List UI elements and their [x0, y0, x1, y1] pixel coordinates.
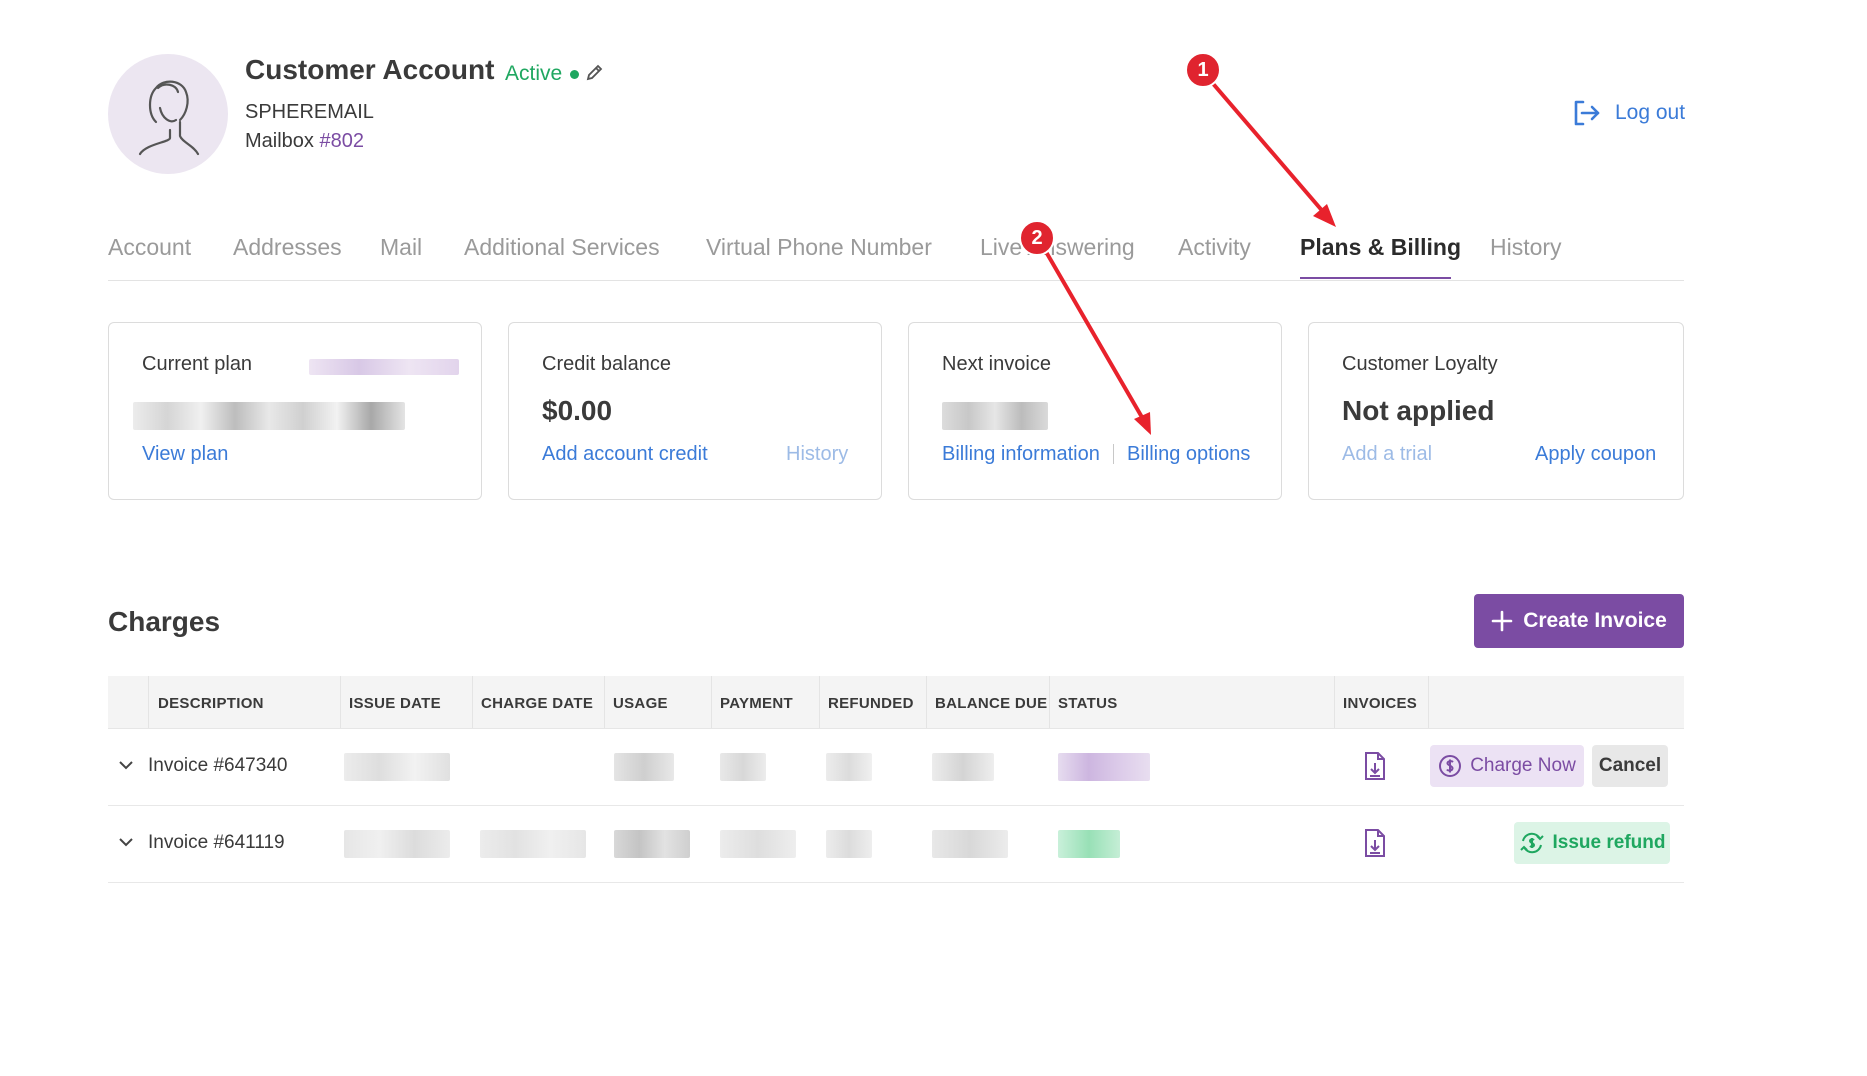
annotation-badge-1: 1 [1185, 52, 1221, 88]
annotation-arrow-1 [1201, 70, 1327, 216]
annotation-arrowhead-1 [1313, 204, 1336, 227]
annotation-arrow-2 [1036, 236, 1145, 421]
annotation-arrows [1036, 70, 1336, 435]
annotation-arrowhead-2 [1134, 412, 1151, 435]
annotation-badge-2: 2 [1019, 220, 1055, 256]
